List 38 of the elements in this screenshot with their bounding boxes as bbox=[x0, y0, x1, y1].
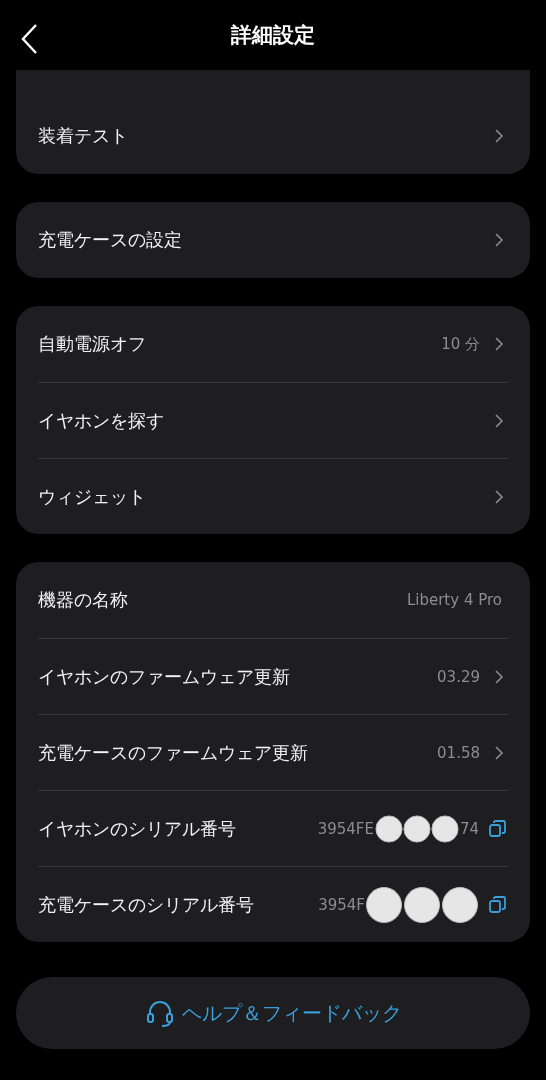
setting-label: 機器の名称 bbox=[38, 588, 129, 612]
settings-row[interactable]: 自動電源オフ 10 分 bbox=[38, 306, 508, 382]
setting-label: 自動電源オフ bbox=[38, 332, 147, 356]
serial-number: 3954F bbox=[318, 895, 365, 914]
copy-icon[interactable] bbox=[489, 896, 506, 913]
settings-row[interactable]: 充電ケースの設定 bbox=[38, 202, 508, 278]
setting-label: 充電ケースのファームウェア更新 bbox=[38, 740, 309, 765]
settings-row[interactable]: イヤホンを探す bbox=[38, 382, 508, 458]
setting-label: 充電ケースのシリアル番号 bbox=[38, 892, 255, 917]
copy-icon[interactable] bbox=[489, 820, 506, 837]
setting-label: イヤホンのファームウェア更新 bbox=[38, 664, 291, 689]
setting-value: 10 分 bbox=[441, 334, 480, 354]
setting-label: 充電ケースの設定 bbox=[38, 228, 183, 252]
serial-number: 3954FE bbox=[317, 819, 374, 838]
page-title: 詳細設定 bbox=[231, 22, 315, 49]
setting-value: Liberty 4 Pro bbox=[406, 591, 502, 609]
setting-label: ウィジェット bbox=[38, 484, 147, 509]
settings-row[interactable]: 機器の名称 Liberty 4 Pro bbox=[38, 562, 508, 638]
settings-row[interactable]: 充電ケースのファームウェア更新 01.58 bbox=[38, 714, 508, 790]
setting-value: 01.58 bbox=[437, 743, 480, 762]
chevron-icon bbox=[494, 668, 504, 685]
setting-label: イヤホンのシリアル番号 bbox=[38, 816, 237, 841]
settings-row[interactable]: 充電ケースのシリアル番号 3954F bbox=[38, 866, 508, 942]
chevron-icon bbox=[494, 744, 504, 761]
chevron-icon bbox=[494, 488, 504, 505]
chevron-icon bbox=[494, 336, 504, 352]
settings-row[interactable]: ウィジェット bbox=[38, 458, 508, 534]
help-feedback-button[interactable]: ヘルプ＆フィードバック bbox=[16, 977, 530, 1049]
serial-number: 74 bbox=[459, 819, 479, 838]
settings-row[interactable]: 装着テスト bbox=[38, 98, 508, 174]
setting-value: 03.29 bbox=[437, 667, 480, 686]
chevron-icon bbox=[494, 412, 504, 429]
settings-row[interactable]: イヤホンのファームウェア更新 03.29 bbox=[38, 638, 508, 714]
setting-label: イヤホンを探す bbox=[38, 408, 165, 433]
settings-row[interactable]: イヤホンのシリアル番号 3954FE 74 bbox=[38, 790, 508, 866]
chevron-icon bbox=[494, 232, 504, 248]
chevron-icon bbox=[494, 128, 504, 144]
setting-label: 装着テスト bbox=[38, 124, 129, 148]
